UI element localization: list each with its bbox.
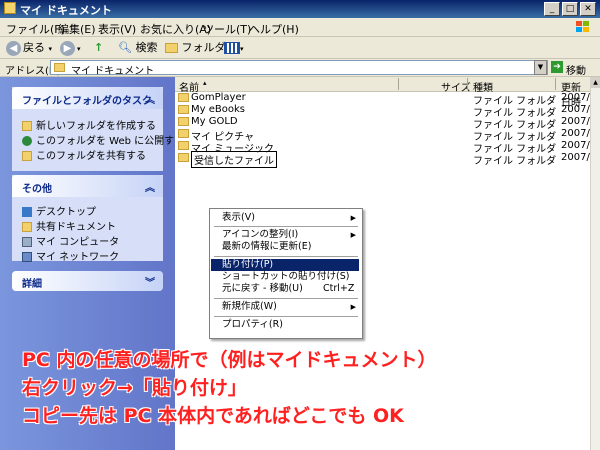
menu-help[interactable]: ヘルプ(H) [249,21,299,37]
folders-button[interactable]: フォルダ [165,39,226,57]
views-button[interactable]: ▾ [224,39,244,57]
desktop-icon [22,207,32,217]
column-divider[interactable] [467,78,468,90]
menu-separator [214,256,358,257]
menu-separator [214,226,358,227]
menu-separator [214,298,358,299]
folder-icon [178,117,189,126]
column-divider[interactable] [398,78,399,90]
music-folder-icon [178,141,189,150]
file-row[interactable]: 受信したファイル ファイル フォルダ 2007/06 [175,151,600,168]
folder-icon [178,105,189,114]
address-bar: アドレス(D) マイ ドキュメント ▼ ➔ 移動 [0,59,600,77]
computer-icon [22,237,32,247]
file-row[interactable]: My GOLD ファイル フォルダ 2007/06 [175,116,600,131]
file-row[interactable]: マイ ピクチャ ファイル フォルダ 2007/06 [175,128,600,143]
address-dropdown-button[interactable]: ▼ [534,60,547,75]
scroll-up-arrow-icon[interactable]: ▲ [591,77,600,88]
title-bar: マイ ドキュメント _ □ ✕ [0,0,600,18]
task-new-folder[interactable]: 新しいフォルダを作成する [22,117,156,132]
vertical-scrollbar[interactable]: ▲ [590,77,600,450]
maximize-button[interactable]: □ [562,2,578,16]
column-header: 名前 ▴ サイズ 種類 更新日時 [175,77,590,109]
menu-item-refresh[interactable]: 最新の情報に更新(E) [211,241,359,253]
menu-separator [214,316,358,317]
back-arrow-icon: ◀ [6,40,21,56]
minimize-button[interactable]: _ [544,2,560,16]
address-input[interactable]: マイ ドキュメント [50,60,548,77]
menu-edit[interactable]: 編集(E) [58,21,96,37]
my-documents-icon [54,63,65,72]
globe-icon [22,136,32,146]
folder-icon [178,153,189,162]
folder-icon [4,2,16,14]
menu-item-undo-move[interactable]: 元に戻す - 移動(U) Ctrl+Z [211,283,359,295]
folder-icon [178,93,189,102]
task-publish-web[interactable]: このフォルダを Web に公開する [22,132,184,147]
new-folder-icon [22,121,32,131]
go-button[interactable]: 移動 [566,62,586,77]
views-icon [224,42,240,54]
search-button[interactable]: 🔍︎ 検索 [118,39,157,57]
menu-item-new[interactable]: 新規作成(W) ▶ [211,301,359,313]
windows-logo-icon [576,21,589,32]
search-icon: 🔍︎ [118,41,132,54]
share-folder-icon [22,151,32,161]
column-divider[interactable] [555,78,556,90]
back-button[interactable]: ◀ 戻る ▾ [6,39,52,57]
panel-header[interactable]: 詳細 ︾ [12,271,163,291]
annotation-line-2: 右クリック→「貼り付け」 [22,377,247,399]
menu-view[interactable]: 表示(V) [98,21,136,37]
file-row[interactable]: GomPlayer ファイル フォルダ 2007/06 [175,92,600,107]
menu-bar: ファイル(F) 編集(E) 表示(V) お気に入り(A) ツール(T) ヘルプ(… [0,18,600,37]
pictures-folder-icon [178,129,189,138]
go-arrow-icon[interactable]: ➔ [551,61,563,73]
menu-item-properties[interactable]: プロパティ(R) [211,319,359,331]
sort-up-icon: ▴ [203,79,207,87]
forward-arrow-icon: ▶ [60,40,75,56]
menu-tools[interactable]: ツール(T) [203,21,251,37]
menu-item-view[interactable]: 表示(V) ▶ [211,212,359,224]
other-places-panel: その他 ︽ デスクトップ 共有ドキュメント マイ コンピュータ マイ ネットワー… [12,175,163,263]
collapse-icon[interactable]: ︽ [145,179,155,194]
annotation-line-3: コピー先は PC 本体内であればどこでも OK [22,405,404,427]
toolbar: ◀ 戻る ▾ ▶ ▾ ↑ 🔍︎ 検索 フォルダ ▾ [0,37,600,59]
file-row[interactable]: My eBooks ファイル フォルダ 2007/06 [175,104,600,119]
place-desktop[interactable]: デスクトップ [22,203,96,218]
panel-header[interactable]: ファイルとフォルダのタスク ︽ [12,87,163,109]
place-my-computer[interactable]: マイ コンピュータ [22,233,119,248]
menu-favorites[interactable]: お気に入り(A) [140,21,211,37]
annotation-line-1: PC 内の任意の場所で（例はマイドキュメント） [22,349,437,371]
expand-icon[interactable]: ︾ [145,274,155,289]
place-shared-documents[interactable]: 共有ドキュメント [22,218,116,233]
menu-item-paste[interactable]: 貼り付け(P) [211,259,359,271]
collapse-icon[interactable]: ︽ [145,91,155,106]
shortcut-key: Ctrl+Z [323,283,355,294]
submenu-arrow-icon: ▶ [350,214,356,222]
context-menu: 表示(V) ▶ アイコンの整列(I) ▶ 最新の情報に更新(E) 貼り付け(P)… [209,208,363,339]
menu-file[interactable]: ファイル(F) [6,21,65,37]
forward-button[interactable]: ▶ ▾ [60,39,81,57]
up-arrow-icon: ↑ [94,41,104,54]
shared-documents-icon [22,222,32,232]
panel-header[interactable]: その他 ︽ [12,175,163,197]
menu-item-arrange-icons[interactable]: アイコンの整列(I) ▶ [211,229,359,241]
close-button[interactable]: ✕ [580,2,596,16]
place-my-network[interactable]: マイ ネットワーク [22,248,119,263]
up-folder-button[interactable]: ↑ [94,39,103,57]
window-title: マイ ドキュメント [20,4,112,17]
details-panel: 詳細 ︾ [12,271,163,291]
folder-icon [165,43,178,53]
file-folder-tasks-panel: ファイルとフォルダのタスク ︽ 新しいフォルダを作成する このフォルダを Web… [12,87,184,171]
submenu-arrow-icon: ▶ [350,303,356,311]
menu-item-paste-shortcut[interactable]: ショートカットの貼り付け(S) [211,271,359,283]
submenu-arrow-icon: ▶ [350,231,356,239]
task-share-folder[interactable]: このフォルダを共有する [22,147,146,162]
network-icon [22,252,32,262]
